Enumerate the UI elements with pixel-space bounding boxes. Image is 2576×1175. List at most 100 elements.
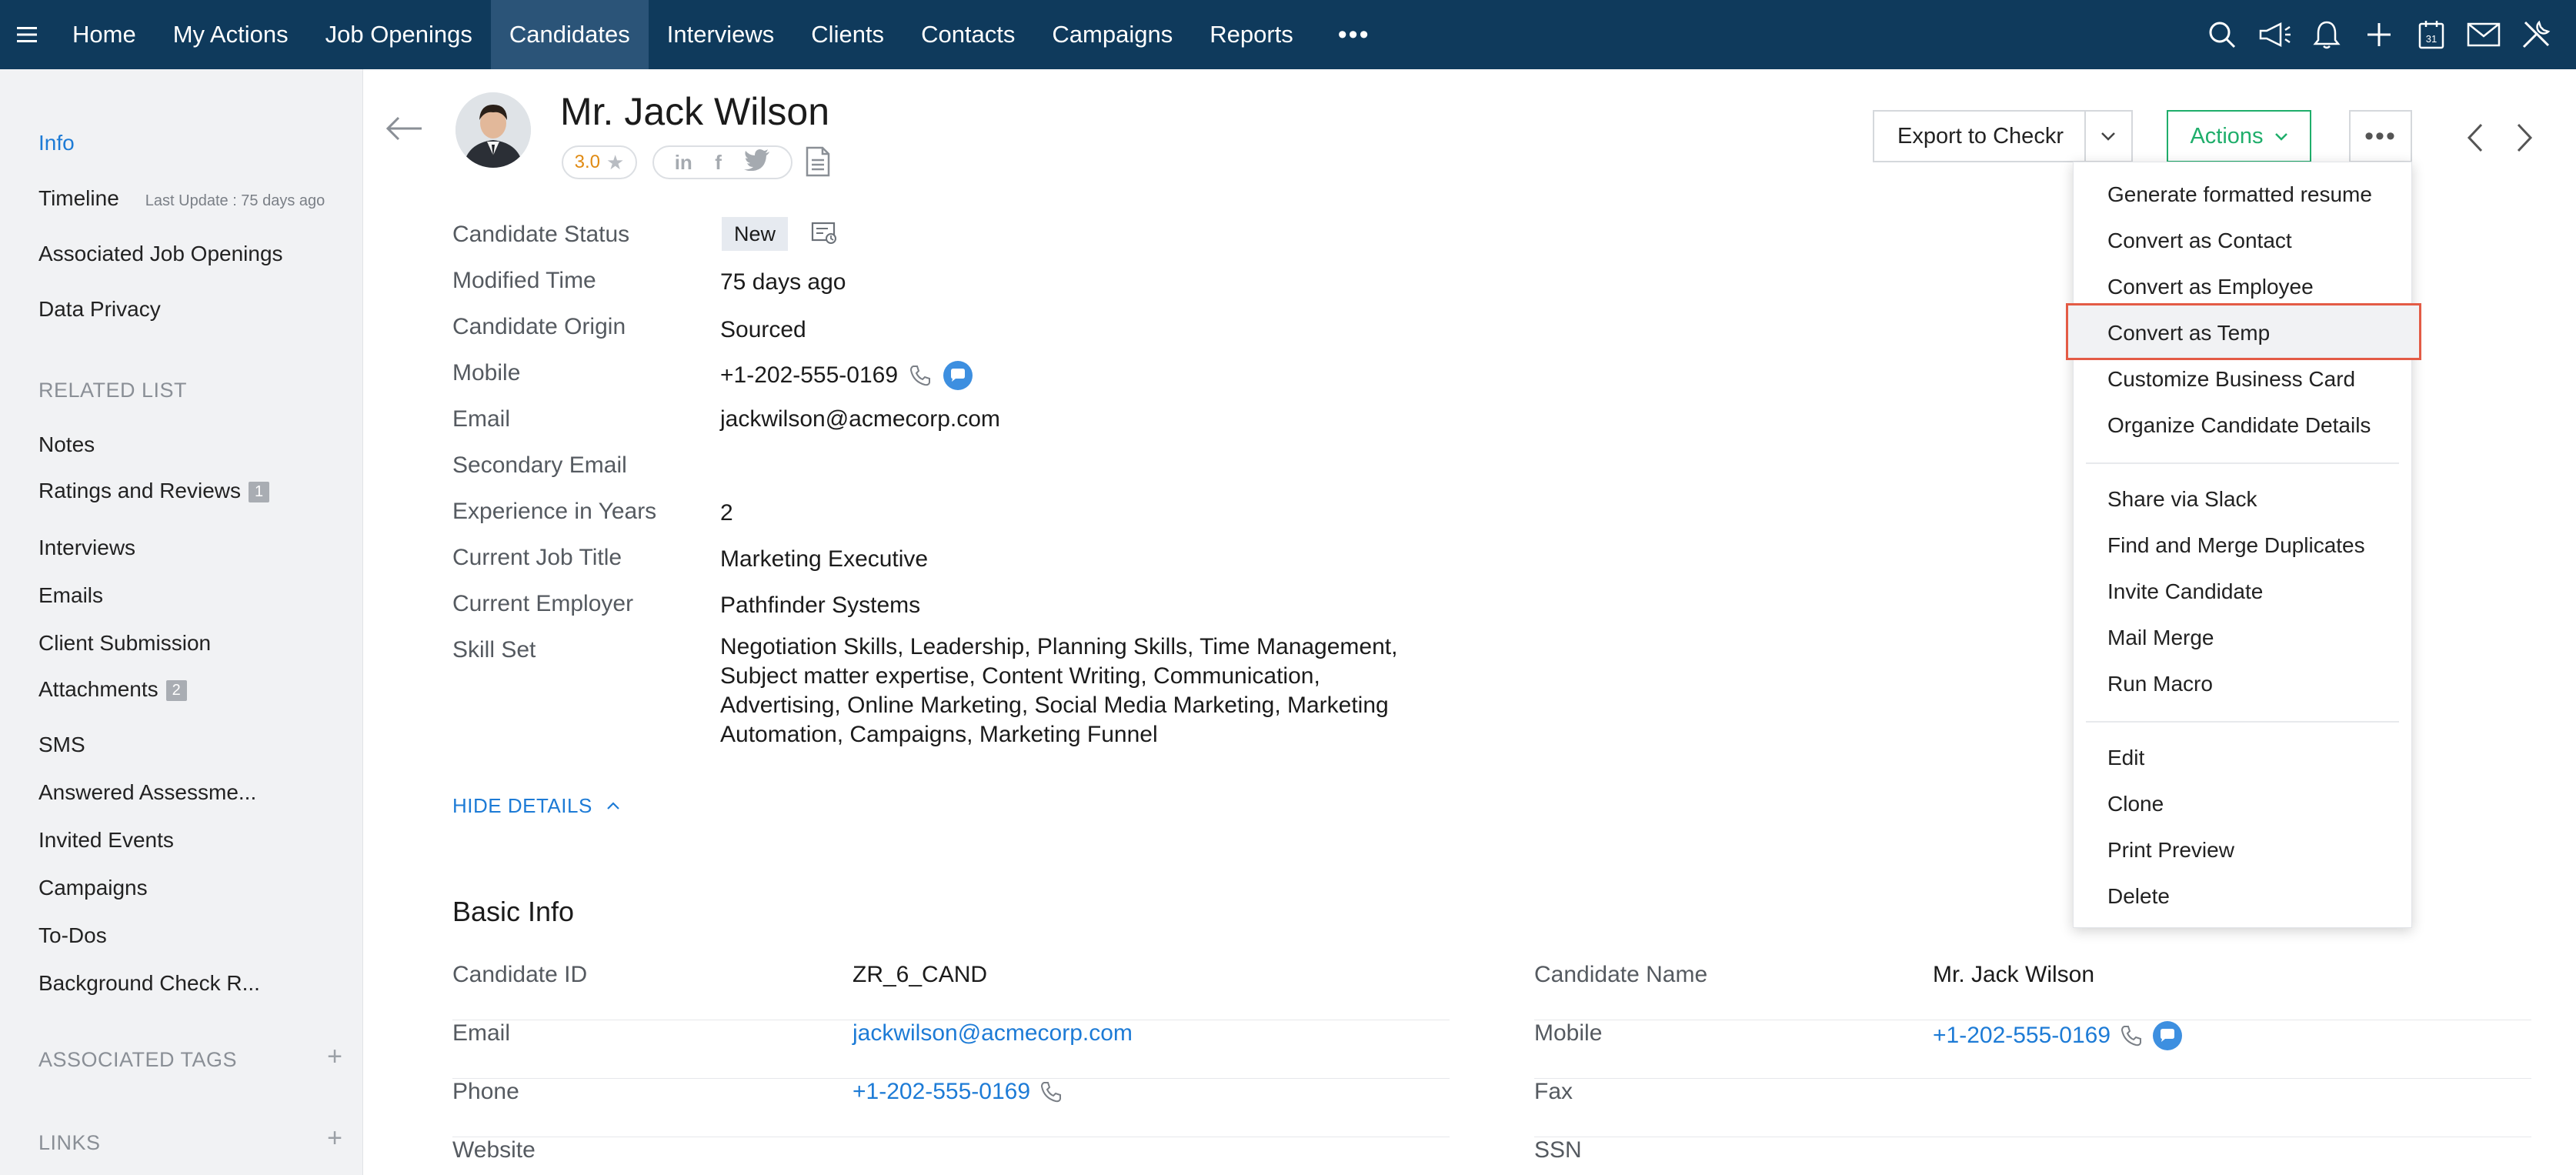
sidebar-item-invited-events[interactable]: Invited Events [38,828,174,853]
tools-icon[interactable] [2514,13,2558,56]
nav-tab-reports[interactable]: Reports [1191,0,1312,69]
sidebar-item-timeline[interactable]: Timeline Last Update : 75 days ago [38,186,325,211]
mail-icon[interactable] [2462,13,2505,56]
previous-record-icon[interactable] [2467,123,2484,156]
phone-icon[interactable] [2120,1024,2143,1047]
add-link-icon[interactable]: + [327,1123,342,1153]
back-arrow-icon[interactable] [385,115,423,145]
job-title-label: Current Job Title [452,545,622,570]
candidate-name-title: Mr. Jack Wilson [560,90,830,133]
sidebar-item-background-check[interactable]: Background Check R... [38,971,260,996]
menu-item-find-and-merge-duplicates[interactable]: Find and Merge Duplicates [2107,533,2365,558]
sidebar-item-interviews[interactable]: Interviews [38,536,135,560]
phone-link[interactable]: +1-202-555-0169 [853,1079,1030,1105]
menu-item-mail-merge[interactable]: Mail Merge [2107,626,2214,650]
email-label: Email [452,406,511,432]
menu-item-convert-as-employee[interactable]: Convert as Employee [2107,275,2314,299]
sidebar-item-info[interactable]: Info [38,131,75,155]
nav-tab-campaigns[interactable]: Campaigns [1033,0,1191,69]
calendar-icon[interactable]: 31 [2410,13,2453,56]
skill-set-label: Skill Set [452,637,536,663]
nav-tab-job-openings[interactable]: Job Openings [307,0,491,69]
mobile-value-row: +1-202-555-0169 [1933,1020,2183,1051]
star-icon: ★ [606,150,625,174]
change-status-icon[interactable] [811,220,839,249]
sidebar-item-answered-assessments[interactable]: Answered Assessme... [38,780,256,805]
menu-item-edit[interactable]: Edit [2107,746,2144,770]
candidate-id-value: ZR_6_CAND [853,962,988,987]
status-badge: New [722,217,789,251]
nav-tab-clients[interactable]: Clients [792,0,903,69]
sidebar-item-label: Ratings and Reviews [38,479,242,502]
sidebar-item-ratings-and-reviews[interactable]: Ratings and Reviews 1 [38,479,270,503]
sidebar-item-timeline-label: Timeline [38,186,119,210]
search-icon[interactable] [2201,13,2244,56]
sidebar-item-client-submission[interactable]: Client Submission [38,631,211,656]
actions-button[interactable]: Actions [2167,110,2311,162]
twitter-icon[interactable] [744,149,770,176]
menu-item-organize-candidate-details[interactable]: Organize Candidate Details [2107,413,2371,438]
sidebar-item-notes[interactable]: Notes [38,432,95,457]
menu-item-clone[interactable]: Clone [2107,792,2164,816]
sidebar-item-campaigns[interactable]: Campaigns [38,876,148,900]
email-value[interactable]: jackwilson@acmecorp.com [720,406,1000,432]
facebook-icon[interactable]: f [715,151,722,175]
menu-item-invite-candidate[interactable]: Invite Candidate [2107,579,2263,604]
nav-tab-my-actions[interactable]: My Actions [155,0,307,69]
nav-more-icon[interactable]: ••• [1312,0,1396,69]
more-options-button[interactable]: ••• [2349,110,2412,162]
megaphone-icon[interactable] [2253,13,2296,56]
sidebar-item-associated-job-openings[interactable]: Associated Job Openings [38,242,283,266]
nav-tabs: Home My Actions Job Openings Candidates … [54,0,1396,69]
mobile-link[interactable]: +1-202-555-0169 [1933,1023,2111,1049]
sidebar-item-data-privacy[interactable]: Data Privacy [38,297,161,322]
plus-icon[interactable] [2357,13,2401,56]
employer-value: Pathfinder Systems [720,593,921,618]
nav-tab-interviews[interactable]: Interviews [649,0,793,69]
nav-tab-contacts[interactable]: Contacts [903,0,1033,69]
next-record-icon[interactable] [2516,123,2533,156]
candidate-id-label: Candidate ID [452,962,588,987]
menu-item-share-via-slack[interactable]: Share via Slack [2107,487,2257,512]
menu-item-convert-as-contact[interactable]: Convert as Contact [2107,229,2292,253]
skill-set-value: Negotiation Skills, Leadership, Planning… [720,634,1398,747]
sidebar-item-attachments[interactable]: Attachments 2 [38,677,187,702]
linkedin-icon[interactable]: in [675,151,692,175]
links-heading: LINKS [38,1131,101,1154]
nav-tab-candidates[interactable]: Candidates [490,0,649,69]
menu-item-delete[interactable]: Delete [2107,884,2170,909]
add-tag-icon[interactable]: + [327,1042,342,1072]
sidebar-item-emails[interactable]: Emails [38,583,103,608]
email-link[interactable]: jackwilson@acmecorp.com [853,1020,1133,1046]
rating-pill[interactable]: 3.0 ★ [562,145,637,179]
rating-value: 3.0 [574,152,601,172]
menu-item-customize-business-card[interactable]: Customize Business Card [2107,367,2355,392]
sms-chat-icon[interactable] [943,360,973,391]
resume-document-icon[interactable] [805,146,831,181]
secondary-email-label: Secondary Email [452,452,627,478]
website-label: Website [452,1137,536,1163]
mobile-value-row: +1-202-555-0169 [720,360,973,391]
nav-tab-home[interactable]: Home [54,0,155,69]
menu-item-convert-as-temp[interactable]: Convert as Temp [2107,321,2270,345]
export-to-checkr-button[interactable]: Export to Checkr [1873,110,2133,162]
sidebar-item-to-dos[interactable]: To-Dos [38,923,107,948]
calendar-day-text: 31 [2426,33,2437,45]
phone-icon[interactable] [1039,1080,1063,1103]
hamburger-menu-icon[interactable] [0,0,54,69]
sms-chat-icon[interactable] [2152,1020,2183,1051]
menu-item-generate-formatted-resume[interactable]: Generate formatted resume [2107,182,2372,207]
candidate-status-label: Candidate Status [452,222,630,247]
phone-icon[interactable] [909,364,932,387]
chevron-down-icon[interactable] [2084,112,2131,161]
menu-item-run-macro[interactable]: Run Macro [2107,672,2213,696]
fax-label: Fax [1534,1079,1573,1104]
sidebar-item-sms[interactable]: SMS [38,733,85,757]
chevron-up-icon [607,802,619,809]
hide-details-toggle[interactable]: HIDE DETAILS [452,794,620,818]
bell-icon[interactable] [2305,13,2348,56]
basic-info-row: Email jackwilson@acmecorp.com [452,1020,1450,1079]
menu-item-print-preview[interactable]: Print Preview [2107,838,2234,863]
related-list-heading: RELATED LIST [38,379,188,402]
candidate-origin-value: Sourced [720,317,806,342]
